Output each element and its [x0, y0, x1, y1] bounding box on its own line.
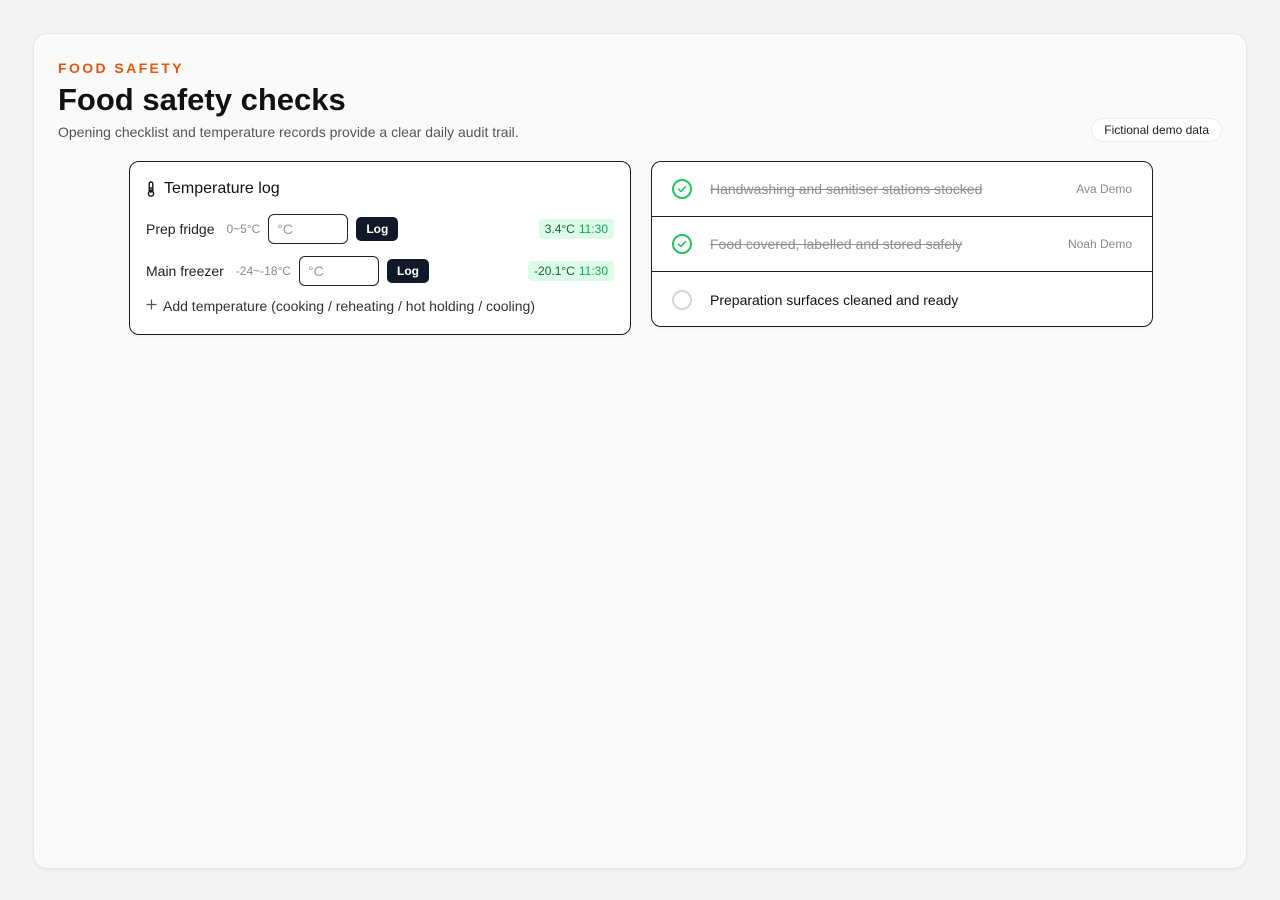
checklist-item: Food covered, labelled and stored safely… [652, 217, 1152, 272]
unit-name: Prep fridge [146, 221, 215, 237]
reading-value: 3.4°C [544, 222, 575, 236]
temperature-row-prep-fridge: Prep fridge 0~5°C Log 3.4°C 11:30 [146, 214, 614, 244]
reading-value: -20.1°C [534, 264, 575, 278]
checklist-item-label: Handwashing and sanitiser stations stock… [710, 181, 983, 197]
unit-range: -24~-18°C [235, 264, 291, 278]
temperature-row-main-freezer: Main freezer -24~-18°C Log -20.1°C 11:30 [146, 256, 614, 286]
check-done-icon[interactable] [672, 179, 692, 199]
section-eyebrow: FOOD SAFETY [58, 60, 184, 76]
checklist-item-label: Food covered, labelled and stored safely [710, 236, 963, 252]
plus-icon [146, 299, 157, 313]
thermometer-icon [146, 181, 156, 197]
temperature-log-card: Temperature log Prep fridge 0~5°C Log 3.… [129, 161, 631, 335]
temperature-input[interactable] [298, 256, 379, 286]
checklist-item: Handwashing and sanitiser stations stock… [652, 162, 1152, 217]
latest-reading-badge: -20.1°C 11:30 [528, 261, 614, 281]
log-button[interactable]: Log [356, 217, 399, 241]
temperature-input[interactable] [268, 214, 349, 244]
page-subtitle: Opening checklist and temperature record… [58, 124, 519, 140]
add-temperature-label: Add temperature (cooking / reheating / h… [163, 298, 536, 314]
app-shell: FOOD SAFETY Food safety checks Opening c… [33, 33, 1247, 869]
unit-name: Main freezer [146, 263, 224, 279]
checked-by: Noah Demo [1067, 237, 1132, 251]
opening-checklist-card: Handwashing and sanitiser stations stock… [651, 161, 1153, 327]
page-title: Food safety checks [58, 82, 346, 117]
add-temperature-button[interactable]: Add temperature (cooking / reheating / h… [146, 298, 535, 314]
latest-reading-badge: 3.4°C 11:30 [538, 219, 614, 239]
temperature-log-header: Temperature log [146, 180, 280, 198]
reading-time: 11:30 [578, 222, 608, 236]
temperature-log-title: Temperature log [164, 180, 280, 197]
checklist-item-label: Preparation surfaces cleaned and ready [710, 291, 959, 308]
check-empty-icon[interactable] [672, 289, 692, 310]
reading-time: 11:30 [578, 264, 608, 278]
checked-by: Ava Demo [1076, 182, 1132, 196]
demo-data-badge: Fictional demo data [1091, 118, 1222, 142]
unit-range: 0~5°C [226, 222, 261, 236]
checklist-item: Preparation surfaces cleaned and ready [652, 272, 1152, 326]
log-button[interactable]: Log [386, 259, 429, 283]
check-done-icon[interactable] [672, 234, 692, 254]
